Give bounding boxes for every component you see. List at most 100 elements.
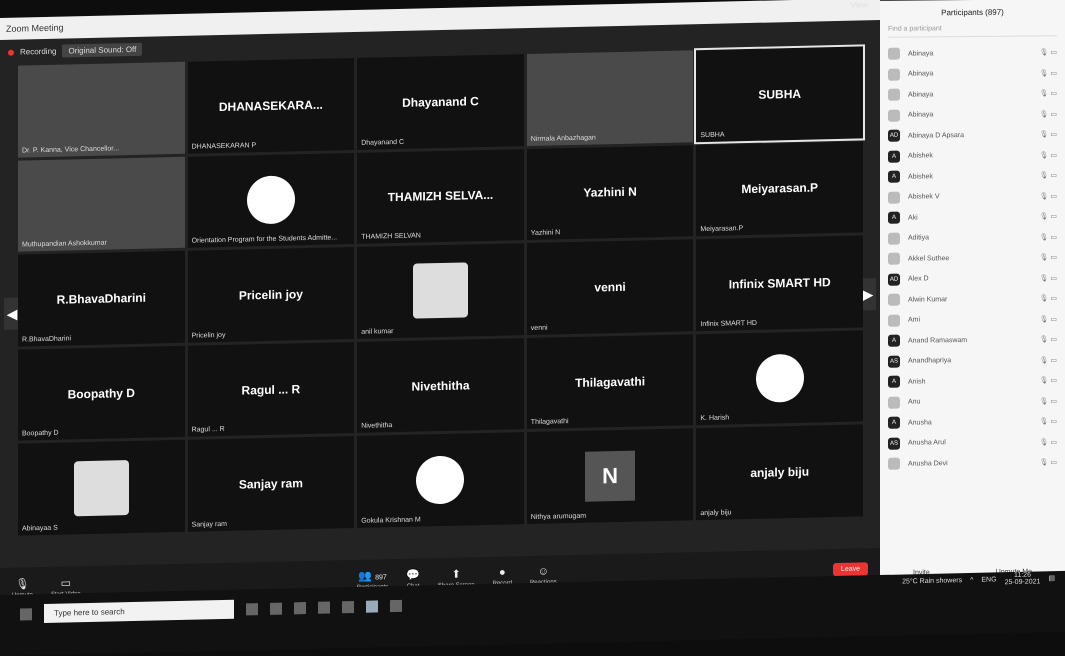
participant-name: Aditiya — [908, 234, 930, 242]
participant-list-item[interactable]: Abinaya 🎙 ▭ — [888, 104, 1057, 126]
participant-list-item[interactable]: Anu 🎙 ▭ — [888, 391, 1057, 413]
tile-center-name: N — [585, 450, 636, 502]
participant-avatar: A — [888, 416, 900, 429]
taskbar-search-input[interactable]: Type here to search — [44, 599, 234, 624]
mail-icon[interactable] — [318, 601, 330, 614]
participant-name: Abishek — [908, 173, 933, 181]
participant-name: Abinaya — [908, 50, 934, 58]
store-icon[interactable] — [294, 601, 306, 614]
tile-name-label: DHANASEKARAN P — [191, 141, 257, 151]
screen: Zoom Meeting View Recording Original Sou… — [0, 0, 1065, 656]
participant-list-item[interactable]: AD Abinaya D Apsara 🎙 ▭ — [888, 124, 1057, 146]
participant-name: Aki — [908, 214, 918, 222]
chevron-up-icon[interactable]: ^ — [970, 576, 973, 583]
participant-list-item[interactable]: Abishek V 🎙 ▭ — [888, 186, 1057, 208]
participant-tile[interactable]: Nivethitha Nivethitha — [357, 337, 524, 434]
recording-label: Recording — [20, 46, 57, 57]
participant-tile[interactable]: K. Harish — [696, 330, 863, 426]
tile-name-label: Sanjay ram — [191, 520, 227, 529]
tile-name-label: Dhayanand C — [361, 138, 404, 147]
participant-tile[interactable]: Dhayanand C Dhayanand C — [357, 54, 524, 150]
participant-tile[interactable]: Sanjay ram Sanjay ram — [187, 436, 355, 532]
participant-list-item[interactable]: A Anusha 🎙 ▭ — [888, 411, 1057, 433]
participant-avatar — [888, 232, 900, 245]
participant-tile[interactable]: SUBHA SUBHA — [694, 44, 865, 144]
participant-list-item[interactable]: A Anand Ramaswam 🎙 ▭ — [888, 329, 1057, 351]
participant-name: Abinaya — [908, 111, 934, 119]
participant-tile[interactable]: N Nithya arumugam — [526, 428, 694, 525]
participant-tile[interactable]: Gokula Krishnan M — [357, 432, 524, 528]
participant-tile[interactable]: venni venni — [526, 239, 694, 335]
participant-avatar: A — [888, 170, 900, 183]
participant-tile[interactable]: Infinix SMART HD Infinix SMART HD — [696, 235, 863, 331]
tile-name-label: Nirmala Anbazhagan — [530, 134, 596, 143]
participants-icon: 👥 897 — [358, 569, 387, 583]
view-button[interactable]: View — [851, 0, 868, 9]
participant-tile[interactable]: Pricelin joy Pricelin joy — [187, 247, 355, 343]
participant-list-item[interactable]: Abinaya 🎙 ▭ — [888, 42, 1057, 64]
participant-list-item[interactable]: Akkel Suthee 🎙 ▭ — [888, 247, 1057, 269]
participant-tile[interactable]: R.BhavaDharini R.BhavaDharini — [18, 250, 185, 347]
participant-tile[interactable]: Yazhini N Yazhini N — [526, 144, 694, 241]
tile-name-label: Yazhini N — [530, 229, 561, 238]
participant-list-item[interactable]: AS Anandhapriya 🎙 ▭ — [888, 350, 1057, 372]
notification-icon[interactable]: ▤ — [1048, 574, 1055, 582]
browser-icon[interactable] — [342, 600, 354, 613]
tile-center-name: Thilagavathi — [575, 373, 646, 390]
zoom-app-icon[interactable] — [366, 599, 378, 613]
participant-tile[interactable]: Muthupandian Ashokkumar — [18, 156, 185, 252]
participant-list-item[interactable]: Abinaya 🎙 ▭ — [888, 83, 1057, 105]
participant-tile[interactable]: Orientation Program for the Students Adm… — [187, 152, 355, 248]
task-view-icon[interactable] — [246, 602, 258, 615]
participant-list-item[interactable]: AD Alex D 🎙 ▭ — [888, 268, 1057, 290]
clock[interactable]: 11:26 25-09-2021 — [1005, 571, 1041, 587]
participant-tile[interactable]: THAMIZH SELVA... THAMIZH SELVAN — [357, 148, 524, 245]
participant-tile[interactable]: anjaly biju anjaly biju — [696, 424, 863, 521]
participant-list-item[interactable]: A Abishek 🎙 ▭ — [888, 165, 1057, 187]
tile-name-label: THAMIZH SELVAN — [361, 232, 421, 241]
weather-widget[interactable]: 25°C Rain showers — [902, 577, 962, 585]
original-sound-button[interactable]: Original Sound: Off — [62, 42, 143, 58]
participant-list-item[interactable]: Ami 🎙 ▭ — [888, 309, 1057, 331]
participant-tile[interactable]: Abinayaa S — [18, 440, 185, 536]
mic-muted-icon: 🎙 ▭ — [1039, 398, 1057, 406]
profile-picture — [412, 262, 468, 320]
participant-tile[interactable]: Ragul ... R Ragul ... R — [187, 341, 355, 438]
participant-list-item[interactable]: Alwin Kumar 🎙 ▭ — [888, 288, 1057, 310]
participant-list-item[interactable]: AS Anusha Arul 🎙 ▭ — [888, 432, 1057, 454]
participant-tile[interactable]: Thilagavathi Thilagavathi — [526, 334, 694, 430]
participant-list-item[interactable]: A Aki 🎙 ▭ — [888, 206, 1057, 228]
participant-list-item[interactable]: Anusha Devi 🎙 ▭ — [888, 452, 1057, 474]
windows-start-icon[interactable] — [20, 607, 32, 621]
tile-name-label: K. Harish — [700, 414, 730, 423]
participant-name: Alex D — [908, 275, 929, 283]
participant-name: Anish — [908, 378, 926, 386]
participant-tile[interactable]: Nirmala Anbazhagan — [526, 50, 694, 146]
participant-tile[interactable]: DHANASEKARA... DHANASEKARAN P — [187, 57, 355, 154]
tile-name-label: anjaly biju — [700, 509, 732, 518]
participant-avatar: A — [888, 150, 900, 163]
participant-list-item[interactable]: Abinaya 🎙 ▭ — [888, 63, 1057, 85]
tile-center-name: THAMIZH SELVA... — [387, 188, 494, 205]
tile-name-label: Dr. P. Kanna, Vice Chancellor... — [22, 144, 120, 155]
participant-tile[interactable]: anil kumar — [357, 243, 524, 339]
participant-list-item[interactable]: A Anish 🎙 ▭ — [888, 370, 1057, 392]
participant-tile[interactable]: Dr. P. Kanna, Vice Chancellor... — [18, 61, 185, 158]
participant-tile[interactable]: Boopathy D Boopathy D — [18, 345, 185, 441]
participant-list-item[interactable]: A Abishek 🎙 ▭ — [888, 145, 1057, 167]
chrome-icon[interactable] — [390, 599, 402, 612]
participant-tile[interactable]: Meiyarasan.P Meiyarasan.P — [696, 141, 863, 237]
tile-name-label: Gokula Krishnan M — [361, 516, 421, 525]
mic-muted-icon: 🎙 ▭ — [1039, 172, 1057, 180]
participant-list-item[interactable]: Aditiya 🎙 ▭ — [888, 227, 1057, 249]
video-grid: Dr. P. Kanna, Vice Chancellor... DHANASEK… — [18, 44, 865, 536]
tile-name-label: Ragul ... R — [191, 426, 225, 435]
participant-avatar: A — [888, 334, 900, 347]
participant-avatar: A — [888, 211, 900, 224]
language-indicator[interactable]: ENG — [981, 576, 996, 583]
file-explorer-icon[interactable] — [270, 602, 282, 615]
participant-search-input[interactable]: Find a participant — [888, 24, 1057, 38]
leave-button[interactable]: Leave — [832, 561, 868, 576]
participant-avatar: AS — [888, 355, 900, 368]
tile-center-name: Pricelin joy — [238, 287, 303, 303]
